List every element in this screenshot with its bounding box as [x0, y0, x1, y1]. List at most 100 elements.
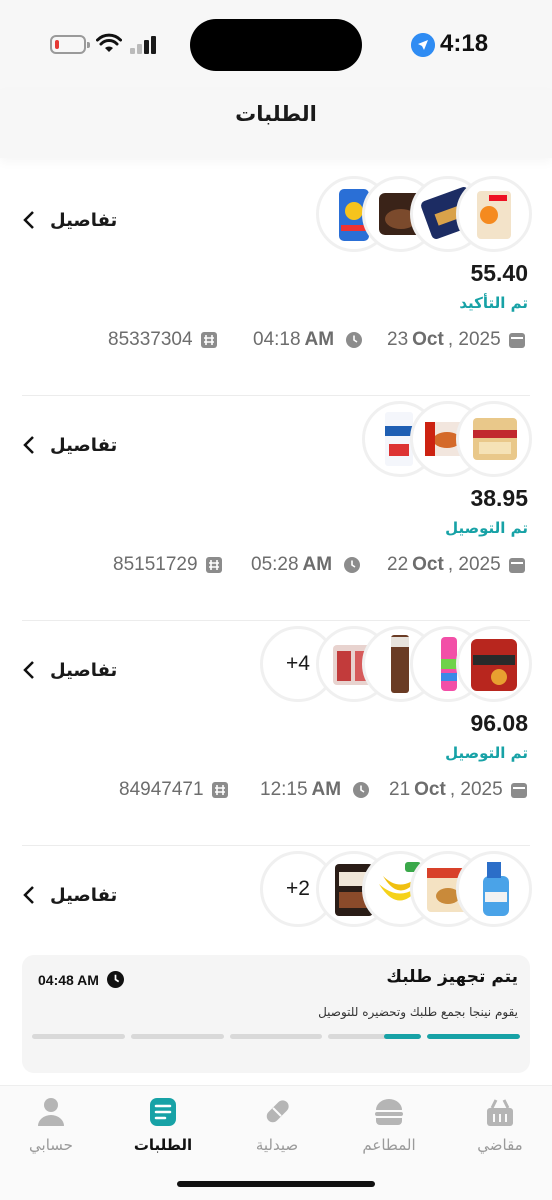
tracking-time: 04:48 AM — [38, 971, 124, 988]
order-ampm: AM — [311, 779, 342, 800]
order-status: تم التوصيل — [445, 744, 528, 762]
page-title: الطلبات — [235, 102, 317, 126]
order-number: 85337304 — [108, 327, 217, 353]
clock-icon — [106, 971, 124, 988]
order-date-day: 23 — [387, 329, 409, 350]
order-number-value: 85337304 — [108, 329, 193, 350]
order-date: 22 Oct, 2025 — [387, 552, 525, 578]
nav-item-pharmacy[interactable]: صيدلية — [222, 1094, 332, 1164]
details-label: تفاصيل — [50, 884, 118, 906]
basket-icon — [487, 1099, 513, 1126]
order-date: 21 Oct, 2025 — [389, 777, 527, 803]
order-status: تم التوصيل — [445, 519, 528, 537]
order-number-value: 85151729 — [113, 554, 198, 575]
nav-item-groceries[interactable]: مقاضي — [445, 1094, 552, 1164]
nav-item-orders[interactable]: الطلبات — [108, 1094, 218, 1164]
nav-label: المطاعم — [362, 1136, 416, 1154]
order-time: 12:15 AM — [260, 777, 370, 803]
order-card[interactable]: تفاصيل 38.95 تم التوصيل 85151729 05:28 AM… — [0, 397, 552, 621]
order-price: 38.95 — [470, 485, 528, 511]
order-date-day: 22 — [387, 554, 409, 575]
order-date-day: 21 — [389, 779, 411, 800]
signal-icon — [130, 36, 158, 54]
order-date: 23 Oct, 2025 — [387, 327, 525, 353]
tracking-description: يقوم نينجا بجمع طلبك وتحضيره للتوصيل — [318, 1005, 518, 1019]
nav-item-restaurants[interactable]: المطاعم — [334, 1094, 444, 1164]
order-time-value: 12:15 — [260, 779, 308, 800]
product-munchi-chips-icon — [456, 626, 532, 702]
divider — [22, 620, 530, 621]
tracking-title: يتم تجهيز طلبك — [386, 967, 518, 987]
dynamic-island — [190, 19, 362, 71]
order-time: 05:28 AM — [251, 552, 361, 578]
location-arrow-icon — [411, 33, 435, 57]
pill-icon — [266, 1100, 289, 1123]
nav-item-account[interactable]: حسابي — [0, 1094, 106, 1164]
chevron-left-icon — [23, 886, 34, 904]
wifi-icon — [96, 33, 122, 52]
order-time: 04:18 AM — [253, 327, 363, 353]
calendar-icon — [508, 558, 525, 573]
order-date-month: Oct — [412, 329, 444, 350]
tracking-time-value: 04:48 AM — [38, 971, 99, 988]
order-date-year: , 2025 — [447, 554, 501, 575]
chevron-left-icon — [23, 436, 34, 454]
battery-icon — [50, 35, 90, 54]
clock-icon — [353, 782, 370, 798]
nav-label: صيدلية — [255, 1136, 299, 1154]
user-icon — [38, 1098, 64, 1126]
hash-icon — [200, 332, 217, 348]
chevron-left-icon — [23, 211, 34, 229]
details-button[interactable]: تفاصيل — [22, 655, 117, 685]
order-number: 84947471 — [119, 777, 228, 803]
order-tracking-card[interactable]: يتم تجهيز طلبك 04:48 AM يقوم نينجا بجمع … — [22, 955, 530, 1073]
details-label: تفاصيل — [50, 209, 118, 231]
progress-segment — [32, 1034, 125, 1039]
nav-label: حسابي — [29, 1136, 73, 1154]
progress-segment — [427, 1034, 520, 1039]
order-time-value: 04:18 — [253, 329, 301, 350]
order-price: 96.08 — [470, 710, 528, 736]
product-cleaner-icon — [456, 851, 532, 927]
tracking-progress — [32, 1034, 520, 1040]
clock-icon — [346, 332, 363, 348]
order-card[interactable]: تفاصيل +2 — [0, 847, 552, 947]
details-button[interactable]: تفاصيل — [22, 880, 117, 910]
order-ampm: AM — [304, 329, 335, 350]
product-thumbnails — [314, 176, 534, 252]
chevron-left-icon — [23, 661, 34, 679]
product-biscuit-icon — [456, 401, 532, 477]
order-date-year: , 2025 — [449, 779, 503, 800]
clock-icon — [344, 557, 361, 573]
divider — [22, 395, 530, 396]
order-number-value: 84947471 — [119, 779, 204, 800]
progress-segment — [130, 1034, 224, 1039]
details-label: تفاصيل — [50, 434, 118, 456]
product-juice-icon — [456, 176, 532, 252]
product-thumbnails — [314, 401, 534, 477]
progress-segment — [328, 1034, 422, 1039]
calendar-icon — [508, 333, 525, 348]
hash-icon — [211, 782, 228, 798]
order-date-month: Oct — [414, 779, 446, 800]
order-card[interactable]: تفاصيل +4 96.08 تم التوصيل 84947471 12:1… — [0, 622, 552, 846]
burger-icon — [375, 1099, 403, 1125]
details-button[interactable]: تفاصيل — [22, 430, 117, 460]
order-status: تم التأكيد — [459, 294, 528, 312]
details-button[interactable]: تفاصيل — [22, 205, 117, 235]
order-date-month: Oct — [412, 554, 444, 575]
product-thumbnails: +4 — [260, 626, 534, 702]
order-price: 55.40 — [470, 260, 528, 286]
nav-label: مقاضي — [477, 1136, 523, 1154]
status-bar: 4:18 — [0, 0, 552, 90]
status-time: 4:18 — [440, 30, 489, 57]
order-number: 85151729 — [113, 552, 222, 578]
home-indicator — [177, 1181, 375, 1187]
product-thumbnails: +2 — [260, 851, 534, 927]
progress-segment — [229, 1034, 323, 1039]
nav-label: الطلبات — [133, 1136, 193, 1154]
order-ampm: AM — [302, 554, 333, 575]
divider — [22, 845, 530, 846]
hash-icon — [205, 557, 222, 573]
order-card[interactable]: تفاصيل 55.40 تم التأكيد 85337304 04:18 AM… — [0, 172, 552, 396]
